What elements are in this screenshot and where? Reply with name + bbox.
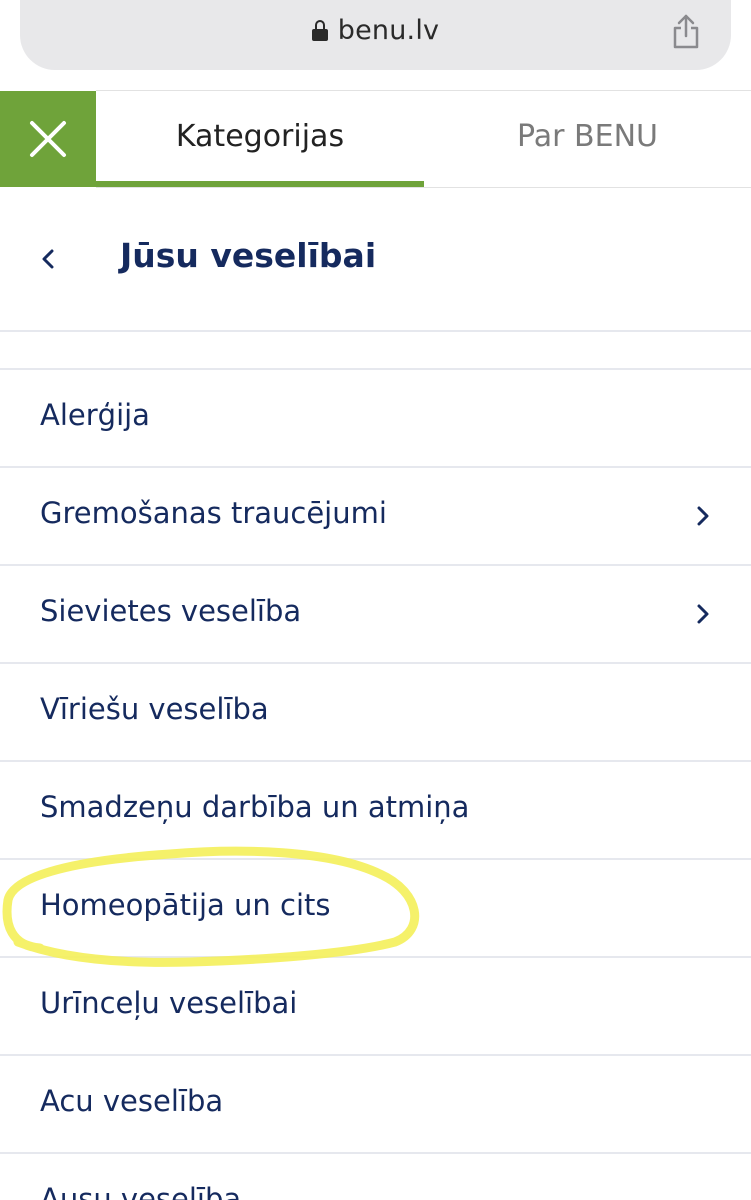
section-divider (0, 330, 751, 332)
share-icon[interactable] (671, 14, 701, 50)
category-label: Ausu veselība (40, 1182, 242, 1200)
category-label: Urīnceļu veselībai (40, 986, 298, 1020)
category-item-viriesu-veseliba[interactable]: Vīriešu veselība (0, 664, 751, 760)
back-button[interactable] (30, 236, 70, 282)
category-item-sievietes-veseliba[interactable]: Sievietes veselība (0, 566, 751, 662)
url-display[interactable]: benu.lv (20, 15, 731, 46)
tab-categories[interactable]: Kategorijas (96, 91, 424, 187)
address-bar[interactable]: benu.lv (20, 0, 731, 70)
category-label: Gremošanas traucējumi (40, 496, 387, 530)
category-label: Acu veselība (40, 1084, 224, 1118)
section-title: Jūsu veselībai (120, 236, 377, 275)
chevron-right-icon (697, 604, 709, 624)
lock-icon (311, 20, 328, 41)
url-text: benu.lv (337, 15, 440, 46)
category-label: Alerģija (40, 398, 150, 432)
category-item-smadzenu-darbiba[interactable]: Smadzeņu darbība un atmiņa (0, 762, 751, 858)
close-menu-button[interactable] (0, 91, 96, 187)
category-label: Vīriešu veselība (40, 692, 269, 726)
category-label: Sievietes veselība (40, 594, 302, 628)
category-item-homeopatija[interactable]: Homeopātija un cits (0, 860, 751, 956)
close-icon (30, 121, 66, 157)
category-item-urincelu-veselibai[interactable]: Urīnceļu veselībai (0, 958, 751, 1054)
category-item-alergija[interactable]: Alerģija (0, 370, 751, 466)
chevron-right-icon (697, 506, 709, 526)
category-label: Homeopātija un cits (40, 888, 331, 922)
chevron-left-icon (42, 249, 54, 269)
header-divider (96, 187, 751, 188)
browser-toolbar: benu.lv (0, 0, 751, 90)
page: benu.lv Kategorijas Par BENU Jūsu veselī… (0, 0, 751, 1200)
tab-about-benu[interactable]: Par BENU (424, 91, 751, 187)
category-item-gremosanas-traucejumi[interactable]: Gremošanas traucējumi (0, 468, 751, 564)
category-item-ausu-veseliba[interactable]: Ausu veselība (0, 1154, 751, 1200)
category-item-acu-veseliba[interactable]: Acu veselība (0, 1056, 751, 1152)
category-label: Smadzeņu darbība un atmiņa (40, 790, 470, 824)
